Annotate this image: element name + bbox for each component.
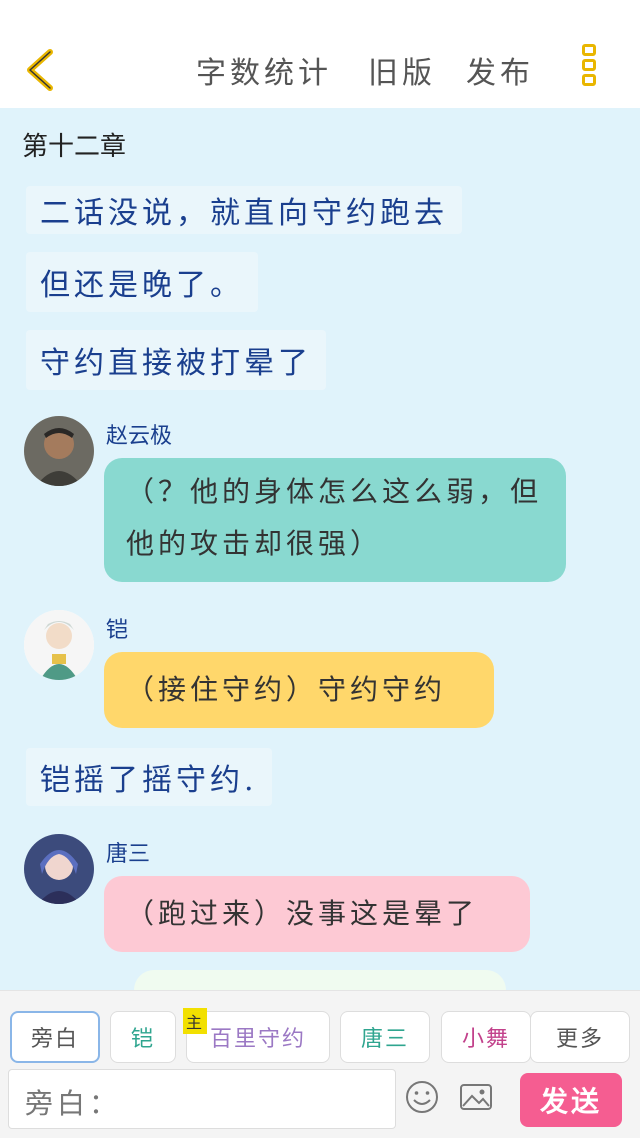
top-bar: 字数统计 旧版 发布 (0, 0, 640, 108)
speaker-name: 唐三 (106, 842, 151, 867)
character-chip-label: 百里守约 (209, 1027, 306, 1052)
publish-button[interactable]: 发布 (466, 48, 534, 92)
speech-bubble[interactable]: （？他的身体怎么这么弱，但他的攻击却很强） (104, 458, 566, 582)
send-button[interactable]: 发送 (520, 1073, 622, 1127)
more-menu-icon[interactable] (578, 44, 600, 96)
character-chip-tangsan[interactable]: 唐三 (340, 1011, 430, 1063)
image-icon[interactable] (458, 1079, 494, 1115)
emoji-icon[interactable] (404, 1079, 440, 1115)
narration-line[interactable]: 铠摇了摇守约. (26, 748, 272, 806)
character-chip-narrator[interactable]: 旁白 (10, 1011, 100, 1063)
main-badge: 主 (183, 1008, 208, 1034)
back-arrow-icon[interactable] (20, 46, 64, 94)
composer-panel: 旁白 铠 主 百里守约 唐三 小舞 更多 旁白： 发送 (0, 990, 640, 1138)
word-count-button[interactable]: 字数统计 (196, 48, 332, 92)
message-input[interactable]: 旁白： (8, 1069, 396, 1129)
story-content[interactable]: 第十二章 二话没说，就直向守约跑去 但还是晚了。 守约直接被打晕了 赵云极 （？… (0, 108, 640, 990)
partial-bubble (134, 970, 506, 990)
speaker-name: 赵云极 (106, 424, 173, 449)
narration-line[interactable]: 守约直接被打晕了 (26, 330, 326, 390)
avatar[interactable] (24, 416, 94, 486)
speech-bubble[interactable]: （跑过来）没事这是晕了 (104, 876, 530, 952)
input-prefix: 旁白： (25, 1087, 122, 1120)
avatar[interactable] (24, 834, 94, 904)
character-chip-xiaowu[interactable]: 小舞 (441, 1011, 531, 1063)
chapter-title: 第十二章 (22, 132, 127, 162)
character-chip-kai[interactable]: 铠 (110, 1011, 176, 1063)
old-version-button[interactable]: 旧版 (368, 48, 436, 92)
speaker-name: 铠 (106, 618, 129, 643)
speech-bubble[interactable]: （接住守约）守约守约 (104, 652, 494, 728)
narration-line[interactable]: 但还是晚了。 (26, 252, 258, 312)
character-chip-baili[interactable]: 主 百里守约 (183, 1008, 330, 1063)
avatar[interactable] (24, 610, 94, 680)
narration-line[interactable]: 二话没说，就直向守约跑去 (26, 186, 462, 234)
more-characters-button[interactable]: 更多 (530, 1011, 630, 1063)
